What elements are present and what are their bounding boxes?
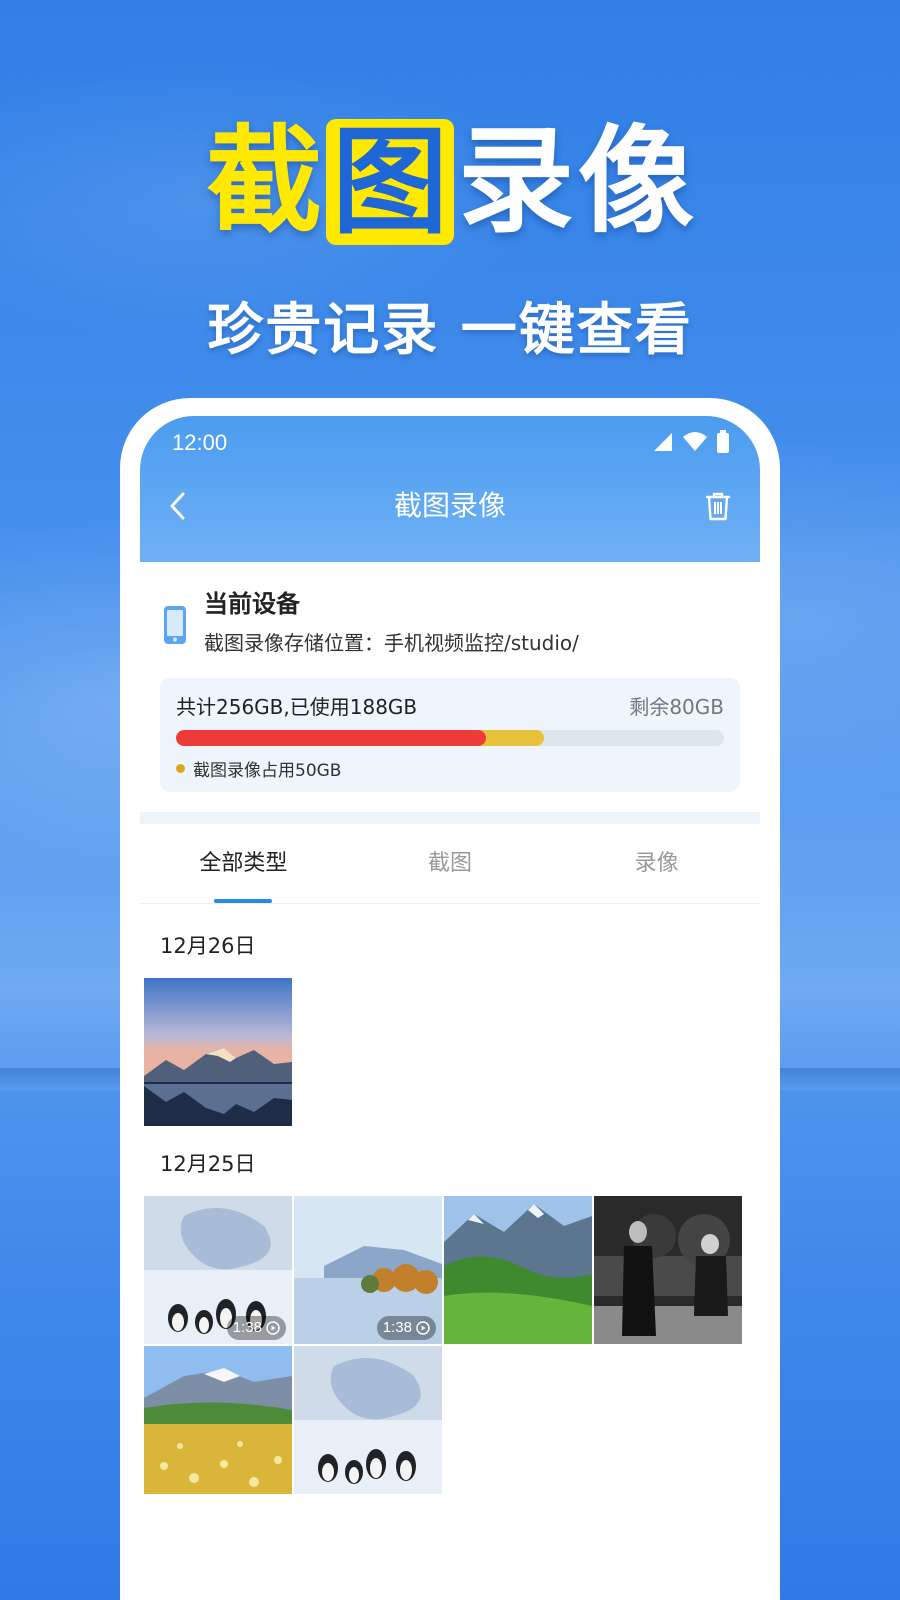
media-thumbnail[interactable] [594,1196,742,1344]
storage-legend: 截图录像占用50GB [176,756,724,781]
video-duration: 1:38 [226,1316,286,1340]
legend-label: 截图录像占用50GB [193,761,342,781]
media-thumbnail[interactable]: 1:38 [294,1196,442,1344]
storage-path: 截图录像存储位置：手机视频监控/studio/ [204,631,579,655]
media-group: 12月25日 1:38 1:38 [140,1148,760,1494]
status-icons [652,430,730,454]
promo-headline: 截 图 录 像 [0,112,900,252]
mountain-lake-sunset-image [144,978,292,1126]
media-group: 12月26日 [140,930,760,1126]
group-date: 12月26日 [160,934,256,958]
media-thumbnail[interactable] [294,1346,442,1494]
legend-dot [176,764,185,773]
duration-label: 1:38 [382,1319,412,1336]
group-date: 12月25日 [160,1152,256,1176]
section-divider [140,812,760,824]
trash-icon [705,492,731,521]
tab-recordings[interactable]: 录像 [553,830,760,903]
phone-frame: 12:00 截图录像 当前设备 截图录像存储位置：手机视频监控/studio/ … [120,398,780,1600]
promo-title-char: 截 [206,114,322,249]
tab-all-types[interactable]: 全部类型 [140,830,347,903]
promo-title-char: 像 [578,114,694,249]
delete-button[interactable] [698,486,738,526]
device-card: 当前设备 截图录像存储位置：手机视频监控/studio/ 共计256GB,已使用… [140,562,760,792]
app-header: 12:00 截图录像 [140,416,760,562]
phone-icon [164,606,186,644]
penguins-snow-image [294,1346,442,1494]
promo-title-char: 图 [326,119,454,247]
type-tabs: 全部类型 截图 录像 [140,830,760,904]
green-mountains-image [444,1196,592,1344]
promo-title-char: 录 [458,114,574,249]
play-icon [266,1321,280,1335]
bw-people-outdoor-image [594,1196,742,1344]
duration-label: 1:38 [232,1319,262,1336]
storage-total: 共计256GB,已使用188GB [176,695,418,719]
tab-screenshots[interactable]: 截图 [347,830,554,903]
storage-bar-media [176,730,487,746]
media-thumbnail[interactable] [444,1196,592,1344]
status-time: 12:00 [172,430,228,455]
wifi-icon [683,432,707,451]
storage-remaining: 剩余80GB [629,695,724,719]
storage-bar [176,730,724,746]
video-duration: 1:38 [376,1316,436,1340]
media-thumbnail[interactable] [144,1346,292,1494]
media-grid [140,978,760,1126]
play-icon [416,1321,430,1335]
storage-summary: 共计256GB,已使用188GB 剩余80GB 截图录像占用50GB [160,678,740,792]
media-grid: 1:38 1:38 [140,1196,760,1494]
battery-icon [717,430,729,453]
media-thumbnail[interactable]: 1:38 [144,1196,292,1344]
page-title: 截图录像 [393,489,506,522]
media-thumbnail[interactable] [144,978,292,1126]
device-title: 当前设备 [204,590,300,618]
flower-meadow-mountains-image [144,1346,292,1494]
phone-screen: 12:00 截图录像 当前设备 截图录像存储位置：手机视频监控/studio/ … [140,416,760,1600]
promo-subtitle: 珍贵记录 一键查看 [207,298,693,363]
signal-icon [654,433,672,451]
